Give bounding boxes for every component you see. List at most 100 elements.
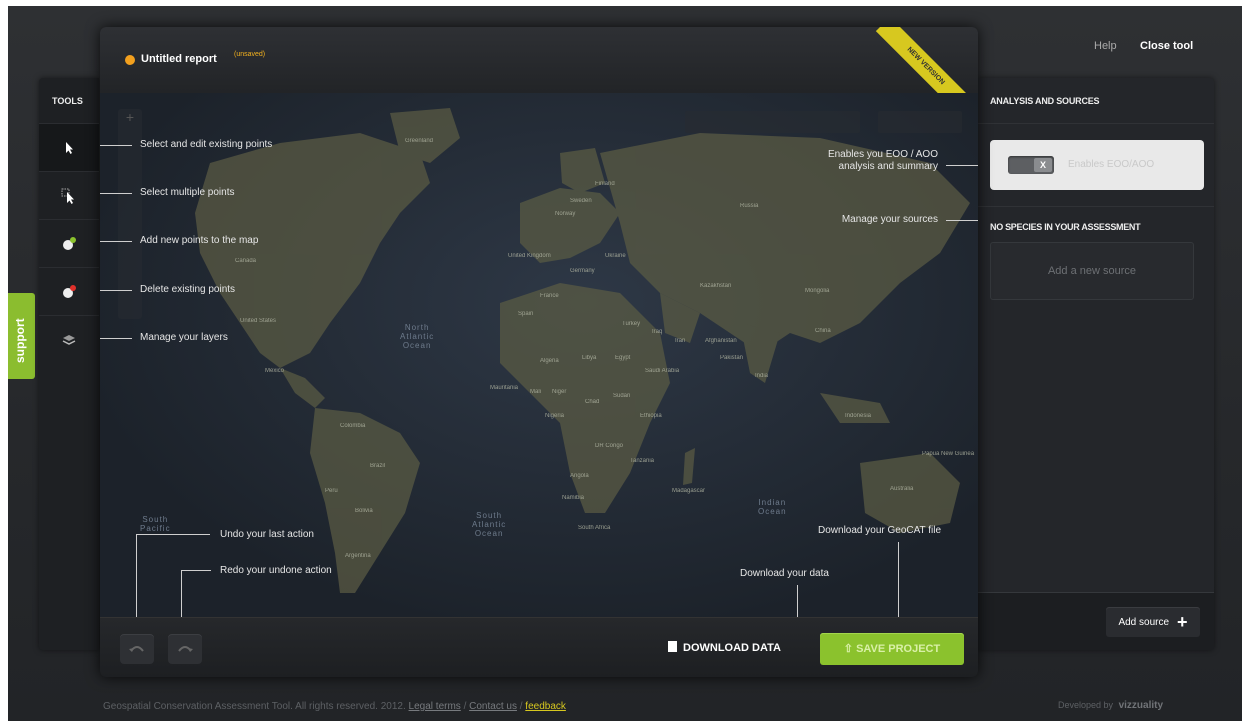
annotation-line <box>100 145 132 146</box>
map-label: Algeria <box>540 358 559 364</box>
world-map[interactable]: Greenland Canada United States Mexico Br… <box>100 93 978 617</box>
support-tab[interactable]: support <box>8 293 35 379</box>
download-data-label: DOWNLOAD DATA <box>683 642 781 654</box>
map-label: Ethiopia <box>640 413 662 419</box>
map-label: Angola <box>570 473 589 479</box>
analysis-panel: ANALYSIS AND SOURCES X Enables EOO/AOO N… <box>978 78 1214 650</box>
redo-arrow-icon <box>178 646 193 652</box>
map-label: Peru <box>325 488 338 494</box>
add-new-source-label: Add a new source <box>1047 265 1137 277</box>
map-label: Pakistan <box>720 355 744 361</box>
map-label: India <box>755 373 769 379</box>
map-label: Nigeria <box>545 413 565 419</box>
map-label: Tanzania <box>630 458 655 464</box>
separator: / <box>463 701 467 712</box>
map-label: Brazil <box>370 463 386 469</box>
map-type-control[interactable] <box>685 111 860 133</box>
legal-terms-link[interactable]: Legal terms <box>409 701 461 712</box>
tool-select-multiple[interactable] <box>39 171 99 219</box>
eoo-toggle-switch[interactable]: X <box>1008 156 1054 174</box>
annotation-select-edit: Select and edit existing points <box>140 139 273 150</box>
annotation-manage-sources: Manage your sources <box>841 214 938 225</box>
contact-us-link[interactable]: Contact us <box>469 701 517 712</box>
map-label: Afghanistan <box>705 338 737 344</box>
report-title[interactable]: Untitled report <box>141 53 217 65</box>
map-label: Mauritania <box>490 385 519 391</box>
annotation-manage-layers: Manage your layers <box>140 332 228 343</box>
tool-add-point[interactable] <box>39 219 99 267</box>
map-label: Colombia <box>340 423 366 429</box>
map-label: Greenland <box>405 138 434 144</box>
map-label: Argentina <box>345 553 371 559</box>
vizzuality-logo[interactable]: vizzuality <box>1119 700 1163 711</box>
annotation-line <box>100 241 132 242</box>
map-label: Ukraine <box>605 253 626 259</box>
map-label: Chad <box>585 399 600 405</box>
document-icon <box>668 641 677 652</box>
zoom-control[interactable]: + <box>118 109 142 319</box>
map-label: United Kingdom <box>508 253 551 259</box>
save-project-button[interactable]: ⇧ SAVE PROJECT <box>820 633 964 665</box>
annotation-select-multiple: Select multiple points <box>140 187 235 198</box>
map-label: Papua New Guinea <box>922 451 975 457</box>
redo-button[interactable] <box>168 634 202 664</box>
map-label: Canada <box>235 258 257 264</box>
download-data-button[interactable]: DOWNLOAD DATA <box>668 641 781 654</box>
undo-arrow-icon <box>129 646 144 652</box>
annotation-download-data: Download your data <box>740 568 829 579</box>
map-label: Indonesia <box>845 413 872 419</box>
annotation-line <box>797 585 798 617</box>
eoo-toggle-box[interactable]: X Enables EOO/AOO <box>990 140 1204 190</box>
eoo-toggle-label: Enables EOO/AOO <box>1068 159 1155 170</box>
annotation-line <box>136 534 137 617</box>
no-species-heading: NO SPECIES IN YOUR ASSESSMENT <box>990 222 1141 232</box>
add-source-button[interactable]: Add source + <box>1106 607 1200 637</box>
ocean-label-south-atlantic: South Atlantic Ocean <box>472 511 507 538</box>
annotation-line <box>100 338 132 339</box>
map-label: Madagascar <box>672 488 706 494</box>
annotation-eoo: Enables you EOO / AOO analysis and summar… <box>827 149 938 172</box>
map-label: United States <box>240 318 277 324</box>
annotation-line <box>136 534 210 535</box>
report-header: Untitled report (unsaved) NEW VERSION <box>100 27 978 116</box>
annotation-line <box>181 570 211 571</box>
map-label: Bolivia <box>355 508 373 514</box>
page-footer: Geospatial Conservation Assessment Tool.… <box>103 701 566 712</box>
ocean-label-south-pacific: South Pacific <box>140 515 171 533</box>
map-label: Norway <box>555 211 576 217</box>
tools-title: TOOLS <box>52 96 83 106</box>
map-layer-control[interactable] <box>878 111 962 133</box>
divider <box>978 206 1214 207</box>
map-label: Libya <box>582 355 597 361</box>
analysis-title: ANALYSIS AND SOURCES <box>990 96 1100 106</box>
map-label: Spain <box>518 311 534 317</box>
feedback-link[interactable]: feedback <box>525 701 566 712</box>
map-label: Iraq <box>652 329 663 335</box>
ocean-label-indian: Indian Ocean <box>758 498 787 516</box>
help-link[interactable]: Help <box>1094 40 1117 52</box>
annotation-redo: Redo your undone action <box>220 565 332 576</box>
map-label: Namibia <box>562 495 585 501</box>
add-new-source-box[interactable]: Add a new source <box>990 242 1194 300</box>
unsaved-status-dot <box>125 55 135 65</box>
map-label: Mali <box>530 389 542 395</box>
tool-delete-point[interactable] <box>39 267 99 315</box>
annotation-download-geocat: Download your GeoCAT file <box>818 525 942 536</box>
annotation-add-points: Add new points to the map <box>140 235 259 246</box>
tool-layers[interactable] <box>39 315 99 363</box>
annotation-line <box>100 193 132 194</box>
annotation-line <box>181 570 182 617</box>
annotation-delete-points: Delete existing points <box>140 284 236 295</box>
copyright-text: Geospatial Conservation Assessment Tool.… <box>103 701 406 712</box>
undo-button[interactable] <box>120 634 154 664</box>
annotation-line <box>100 290 132 291</box>
map-label: Mongolia <box>805 288 830 294</box>
multi-select-icon <box>61 188 74 204</box>
upload-icon: ⇧ <box>843 643 857 655</box>
annotation-line <box>946 220 978 221</box>
close-tool-link[interactable]: Close tool <box>1140 40 1193 52</box>
map-label: Sudan <box>613 393 631 399</box>
tool-select[interactable] <box>39 123 99 171</box>
annotation-line <box>946 165 978 166</box>
arrow-pointer-icon <box>66 141 73 154</box>
